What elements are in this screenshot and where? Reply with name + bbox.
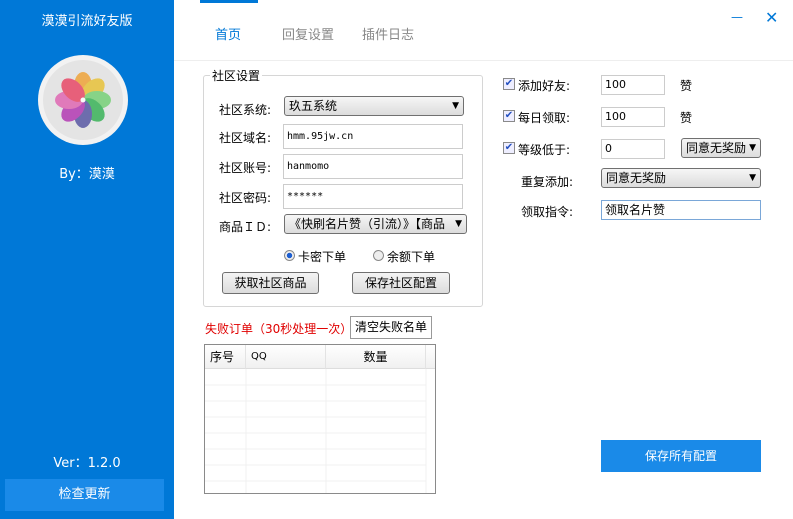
repeat-label: 重复添加: bbox=[521, 175, 574, 189]
photos-logo-icon bbox=[38, 55, 128, 145]
product-value: 《快刷名片赞（引流）》【商品 bbox=[289, 217, 446, 231]
radio-balance[interactable] bbox=[373, 250, 384, 261]
column-header-index[interactable]: 序号 bbox=[205, 345, 246, 369]
column-header-quantity[interactable]: 数量 bbox=[326, 345, 426, 369]
password-input[interactable]: ****** bbox=[283, 184, 463, 209]
active-tab-indicator bbox=[200, 0, 258, 3]
daily-checkbox[interactable]: ✔ bbox=[503, 110, 515, 122]
divider bbox=[174, 60, 793, 61]
daily-input[interactable]: 100 bbox=[601, 107, 665, 127]
level-select-value: 同意无奖励 bbox=[686, 141, 747, 155]
table-grid bbox=[205, 369, 427, 493]
account-label: 社区账号: bbox=[219, 161, 272, 175]
failed-orders-title: 失败订单（30秒处理一次） bbox=[205, 322, 353, 336]
check-update-button[interactable]: 检查更新 bbox=[5, 479, 164, 511]
dropdown-arrow-icon: ▼ bbox=[455, 219, 462, 229]
repeat-select-value: 同意无奖励 bbox=[606, 171, 667, 185]
clear-failed-button[interactable]: 清空失败名单 bbox=[350, 316, 432, 339]
command-input[interactable]: 领取名片赞 bbox=[601, 200, 761, 220]
tab-plugin-log[interactable]: 插件日志 bbox=[362, 24, 414, 43]
level-select[interactable]: 同意无奖励 ▼ bbox=[681, 138, 761, 158]
domain-input[interactable]: hmm.95jw.cn bbox=[283, 124, 463, 149]
system-label: 社区系统: bbox=[219, 103, 272, 117]
dropdown-arrow-icon: ▼ bbox=[749, 143, 756, 153]
level-input[interactable]: 0 bbox=[601, 139, 665, 159]
save-community-button[interactable]: 保存社区配置 bbox=[352, 272, 450, 294]
dropdown-arrow-icon: ▼ bbox=[749, 173, 756, 183]
account-input[interactable]: hanmomo bbox=[283, 154, 463, 179]
radio-card-label: 卡密下单 bbox=[298, 250, 347, 264]
fetch-products-button[interactable]: 获取社区商品 bbox=[222, 272, 319, 294]
add-friend-unit: 赞 bbox=[680, 79, 693, 93]
group-label: 社区设置 bbox=[210, 67, 263, 84]
failed-orders-table[interactable]: 序号 QQ 数量 bbox=[204, 344, 436, 494]
daily-unit: 赞 bbox=[680, 111, 693, 125]
domain-label: 社区域名: bbox=[219, 131, 272, 145]
version-label: Ver：1.2.0 bbox=[53, 456, 121, 471]
app-title: 漠漠引流好友版 bbox=[41, 14, 133, 29]
command-label: 领取指令: bbox=[521, 205, 574, 219]
radio-balance-label: 余额下单 bbox=[387, 250, 436, 264]
system-value: 玖五系统 bbox=[289, 99, 338, 113]
sidebar: 漠漠引流好友版 By：漠漠 Ver：1.2.0 检查更新 bbox=[0, 0, 174, 519]
add-friend-label: 添加好友: bbox=[518, 79, 571, 93]
column-header-filler bbox=[426, 345, 435, 369]
dropdown-arrow-icon: ▼ bbox=[452, 101, 459, 111]
minimize-icon[interactable]: — bbox=[731, 10, 743, 24]
product-label: 商品ＩＤ: bbox=[219, 220, 272, 234]
tab-reply-settings[interactable]: 回复设置 bbox=[282, 24, 334, 43]
save-all-button[interactable]: 保存所有配置 bbox=[601, 440, 761, 472]
system-select[interactable]: 玖五系统 ▼ bbox=[284, 96, 464, 116]
column-header-qq[interactable]: QQ bbox=[246, 345, 326, 369]
add-friend-input[interactable]: 100 bbox=[601, 75, 665, 95]
daily-label: 每日领取: bbox=[518, 111, 571, 125]
password-label: 社区密码: bbox=[219, 191, 272, 205]
close-icon[interactable]: ✕ bbox=[765, 8, 778, 27]
add-friend-checkbox[interactable]: ✔ bbox=[503, 78, 515, 90]
repeat-select[interactable]: 同意无奖励 ▼ bbox=[601, 168, 761, 188]
radio-card[interactable] bbox=[284, 250, 295, 261]
level-checkbox[interactable]: ✔ bbox=[503, 142, 515, 154]
product-select[interactable]: 《快刷名片赞（引流）》【商品 ▼ bbox=[284, 214, 467, 234]
tab-home[interactable]: 首页 bbox=[215, 24, 241, 43]
level-label: 等级低于: bbox=[518, 143, 571, 157]
author-label: By：漠漠 bbox=[59, 167, 115, 182]
